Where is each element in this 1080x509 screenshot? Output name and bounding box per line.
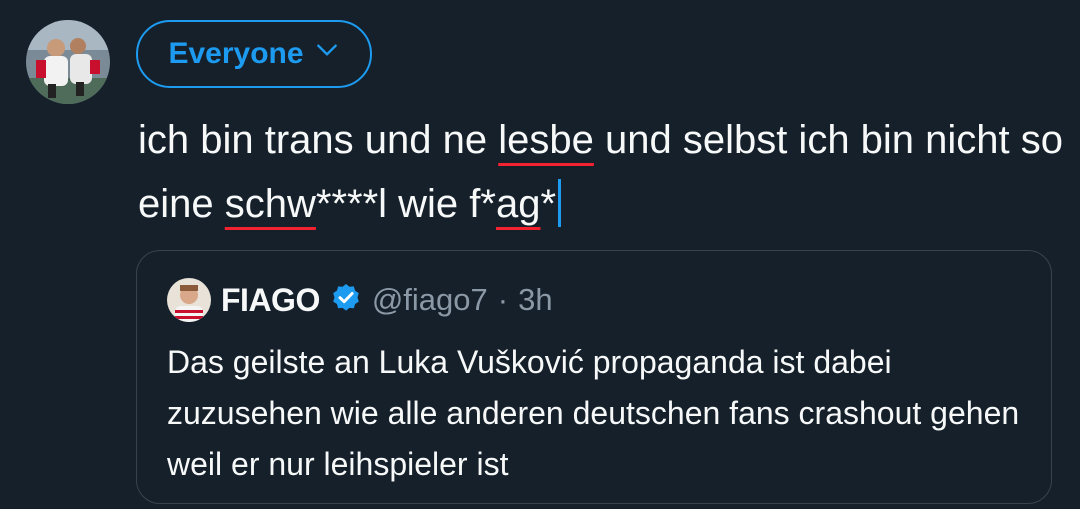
audience-label: Everyone bbox=[168, 37, 304, 70]
quoted-user-avatar bbox=[167, 278, 211, 322]
meta-separator: · bbox=[497, 282, 509, 317]
misspelled-word[interactable]: lesbe bbox=[498, 118, 594, 162]
quoted-post-header: FIAGO @fiago7 · 3h bbox=[167, 277, 553, 323]
text-cursor bbox=[558, 179, 562, 227]
misspelled-word[interactable]: ag bbox=[496, 182, 541, 226]
composer-text-segment: * bbox=[540, 182, 557, 226]
audience-selector-button[interactable]: Everyone bbox=[136, 20, 372, 88]
misspelled-word[interactable]: schw bbox=[225, 182, 316, 226]
quoted-handle: @fiago7 bbox=[371, 282, 488, 317]
composer-text-segment: ****l wie f* bbox=[315, 182, 496, 226]
post-composer-textarea[interactable]: ich bin trans und ne lesbe und selbst ic… bbox=[138, 108, 1068, 236]
user-avatar[interactable] bbox=[26, 20, 110, 104]
quoted-display-name: FIAGO bbox=[221, 281, 320, 318]
chevron-down-icon bbox=[314, 37, 340, 71]
quoted-timestamp[interactable]: 3h bbox=[518, 282, 552, 318]
quoted-post-text: Das geilste an Luka Vušković propaganda … bbox=[167, 344, 1020, 482]
quoted-post-card[interactable]: FIAGO @fiago7 · 3h Das geilste an Luka V… bbox=[136, 250, 1052, 504]
composer-text-segment: ich bin trans und ne bbox=[138, 118, 499, 162]
verified-badge-icon bbox=[330, 282, 362, 319]
